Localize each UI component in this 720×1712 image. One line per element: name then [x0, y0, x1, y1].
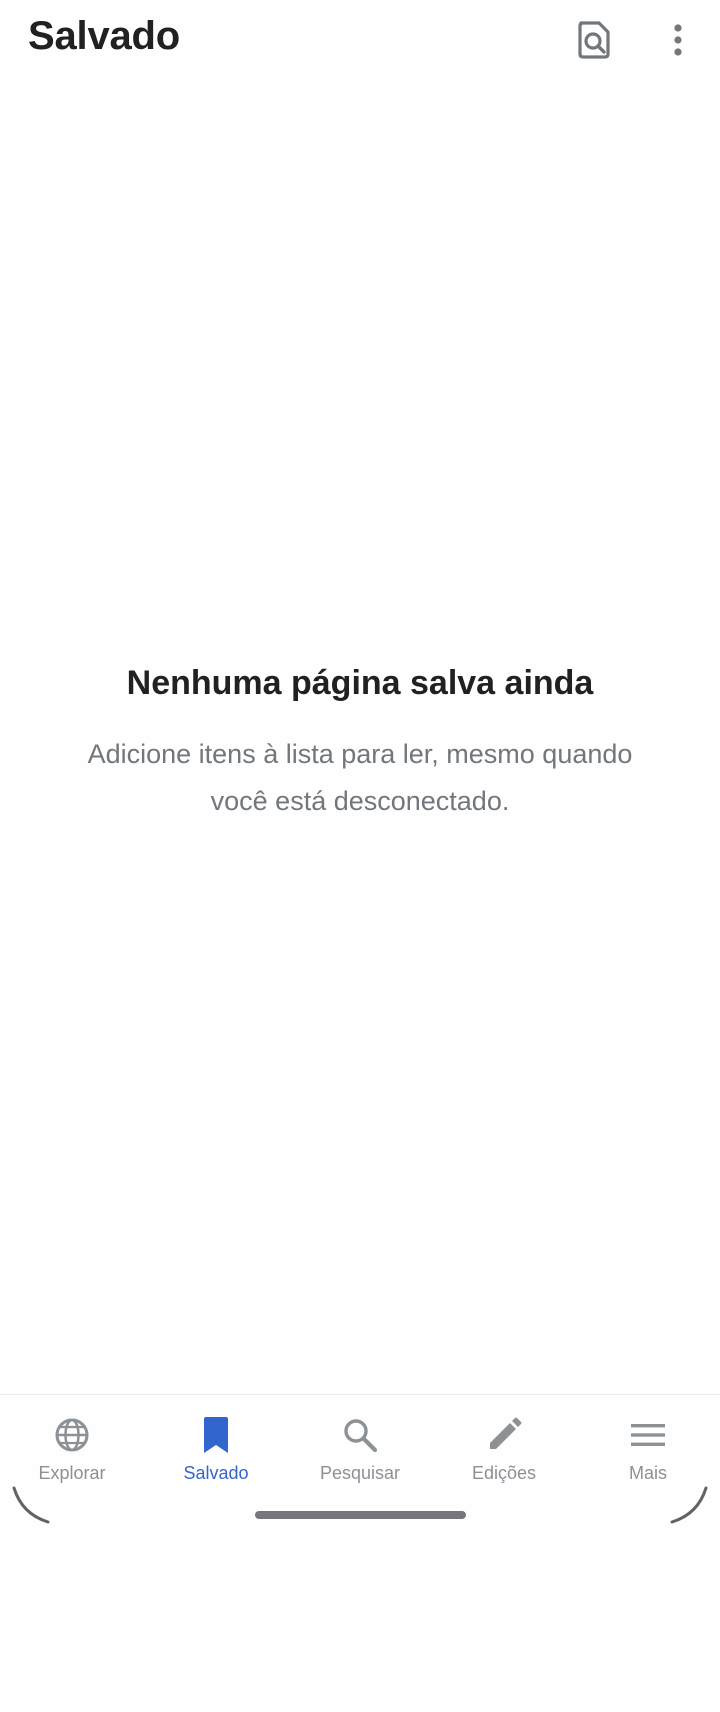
nav-label-search: Pesquisar — [319, 1463, 401, 1483]
bookmark-icon — [196, 1415, 236, 1455]
globe-icon — [52, 1415, 92, 1455]
nav-label-more: Mais — [628, 1463, 667, 1483]
screen-corner-right — [670, 1486, 708, 1524]
nav-item-search[interactable]: Pesquisar — [288, 1395, 432, 1501]
empty-state-message: Adicione itens à lista para ler, mesmo q… — [87, 739, 633, 816]
nav-item-edits[interactable]: Edições — [432, 1395, 576, 1501]
empty-state: Nenhuma página salva ainda Adicione iten… — [0, 664, 720, 825]
pencil-icon — [484, 1415, 524, 1455]
top-app-bar: Salvado — [0, 0, 720, 84]
nav-label-explore: Explorar — [38, 1463, 106, 1483]
empty-state-title: Nenhuma página salva ainda — [126, 664, 594, 702]
saved-screen: Salvado Nenhuma página salva ainda Adici… — [0, 0, 720, 1712]
nav-item-saved[interactable]: Salvado — [144, 1395, 288, 1501]
page-title: Salvado — [28, 14, 180, 58]
bottom-navigation: Explorar Salvado Pesquisar Edições Mais — [0, 1394, 720, 1510]
screen-corner-left — [12, 1486, 50, 1524]
nav-label-edits: Edições — [471, 1463, 537, 1483]
gesture-home-indicator[interactable] — [255, 1511, 466, 1519]
more-vert-icon — [674, 24, 682, 56]
search-in-document-icon — [578, 21, 610, 59]
menu-icon — [628, 1415, 668, 1455]
nav-label-saved: Salvado — [183, 1463, 249, 1483]
search-icon — [340, 1415, 380, 1455]
more-options-button[interactable] — [652, 14, 704, 66]
reading-list-search-button[interactable] — [568, 14, 620, 66]
